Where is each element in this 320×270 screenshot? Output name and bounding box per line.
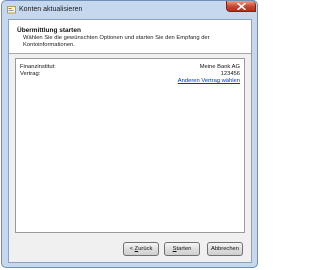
page-description: Wählen Sie die gewünschten Optionen und … bbox=[23, 35, 210, 48]
wizard-header: Übermittlung starten Wählen Sie die gewü… bbox=[9, 20, 251, 54]
start-label-rest: tarten bbox=[176, 246, 192, 252]
close-button[interactable] bbox=[226, 1, 256, 12]
account-details-panel: Finanzinstitut: Meine Bank AG Vertrag: 1… bbox=[15, 58, 245, 233]
institute-value: Meine Bank AG bbox=[199, 64, 240, 70]
window-title: Konten aktualisieren bbox=[19, 6, 83, 13]
bank-account-icon bbox=[7, 5, 16, 14]
title-bar[interactable]: Konten aktualisieren bbox=[2, 1, 257, 19]
back-arrow: < bbox=[129, 246, 134, 252]
contract-value: 123456 bbox=[220, 71, 240, 77]
dialog-window: Konten aktualisieren Übermittlung starte… bbox=[1, 0, 258, 268]
close-icon bbox=[237, 3, 246, 10]
back-label-rest: urück bbox=[138, 246, 153, 252]
change-contract-link[interactable]: Anderen Vertrag wählen bbox=[178, 78, 240, 84]
institute-label: Finanzinstitut: bbox=[20, 64, 56, 70]
cancel-button[interactable]: Abbrechen bbox=[207, 242, 243, 256]
start-button[interactable]: Starten bbox=[164, 242, 200, 256]
contract-label: Vertrag: bbox=[20, 71, 41, 77]
back-button[interactable]: < Zurück bbox=[123, 242, 159, 256]
dialog-client-area: Übermittlung starten Wählen Sie die gewü… bbox=[8, 19, 252, 263]
page-title: Übermittlung starten bbox=[17, 27, 81, 34]
